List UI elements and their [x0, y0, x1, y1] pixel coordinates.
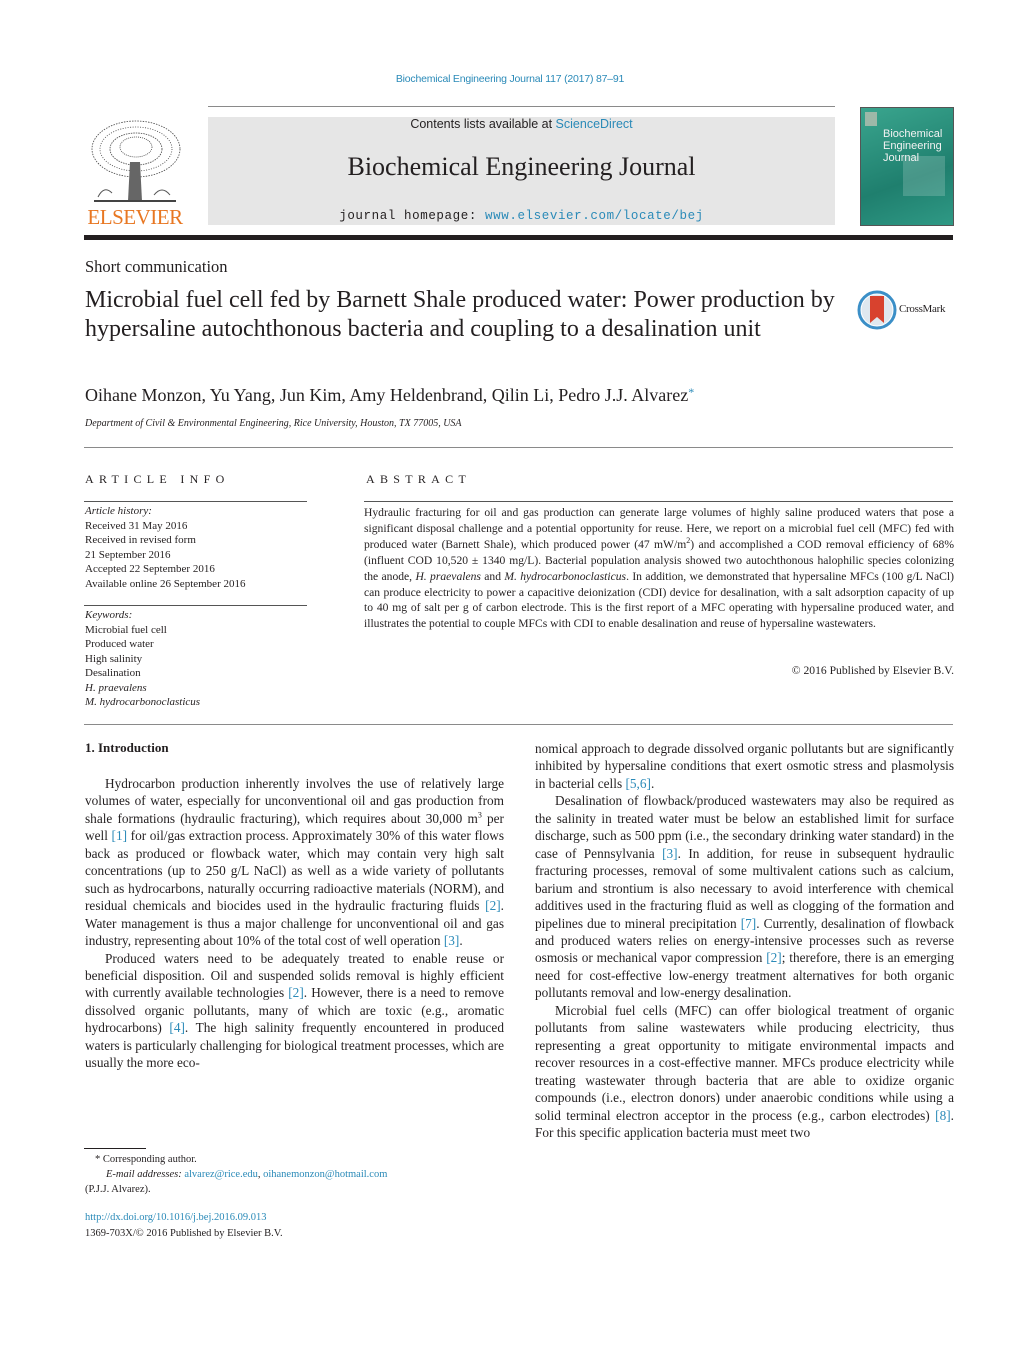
history-item: Available online 26 September 2016: [85, 577, 246, 590]
text: Microbial fuel cells (MFC) can offer bio…: [535, 1002, 954, 1123]
journal-reference-link[interactable]: Biochemical Engineering Journal 117 (201…: [0, 73, 1020, 85]
citation-link[interactable]: [1]: [112, 828, 128, 843]
citation-link[interactable]: [2]: [288, 985, 304, 1000]
text: Hydrocarbon production inherently involv…: [85, 776, 504, 826]
cover-publisher-badge: [865, 112, 877, 126]
sciencedirect-link[interactable]: ScienceDirect: [556, 117, 633, 131]
journal-homepage-line: journal homepage: www.elsevier.com/locat…: [208, 209, 835, 223]
journal-title: Biochemical Engineering Journal: [347, 152, 696, 181]
article-info-heading: ARTICLE INFO: [85, 472, 230, 486]
article-title: Microbial fuel cell fed by Barnett Shale…: [85, 287, 835, 342]
keywords: Keywords: Microbial fuel cell Produced w…: [85, 608, 200, 710]
author-list: Oihane Monzon, Yu Yang, Jun Kim, Amy Hel…: [85, 385, 694, 406]
doi-block: http://dx.doi.org/10.1016/j.bej.2016.09.…: [85, 1210, 283, 1241]
text: .: [459, 933, 463, 949]
cover-title-line: Engineering: [883, 140, 942, 152]
header-thick-rule: [84, 235, 953, 240]
citation-link[interactable]: [7]: [741, 916, 757, 931]
abstract-text-segment: and: [480, 569, 505, 583]
citation-link[interactable]: [8]: [935, 1108, 951, 1123]
email-link[interactable]: alvarez@rice.edu: [184, 1169, 258, 1180]
elsevier-wordmark: ELSEVIER: [87, 205, 183, 229]
text: .: [650, 775, 655, 791]
crossmark-icon: [857, 290, 897, 330]
crossmark-label[interactable]: CrossMark: [899, 303, 946, 315]
divider: [84, 605, 307, 606]
body-column-left: Hydrocarbon production inherently involv…: [85, 775, 504, 1072]
history-item: Received 31 May 2016: [85, 519, 188, 532]
email-label: E-mail addresses:: [106, 1169, 185, 1180]
paragraph: Desalination of flowback/produced wastew…: [535, 792, 954, 1001]
issn-copyright: 1369-703X/© 2016 Published by Elsevier B…: [85, 1227, 283, 1239]
email-owner: (P.J.J. Alvarez).: [85, 1184, 151, 1195]
keyword: High salinity: [85, 652, 143, 665]
keyword: Produced water: [85, 638, 154, 650]
contents-available-line: Contents lists available at ScienceDirec…: [208, 117, 835, 131]
abstract-text: Hydraulic fracturing for oil and gas pro…: [364, 505, 954, 632]
citation-link[interactable]: [2]: [766, 950, 782, 965]
species-name: M. hydrocarbonoclasticus: [504, 569, 627, 583]
article-type: Short communication: [85, 257, 228, 276]
cover-title: Biochemical Engineering Journal: [883, 128, 942, 164]
history-label: Article history:: [85, 505, 152, 517]
keyword: H. praevalens: [85, 681, 147, 694]
text: nomical approach to degrade dissolved or…: [535, 741, 954, 791]
paragraph: nomical approach to degrade dissolved or…: [535, 740, 954, 792]
footnotes: * Corresponding author. E-mail addresses…: [85, 1152, 387, 1197]
history-item: Received in revised form: [85, 534, 196, 546]
species-name: H. praevalens: [415, 569, 481, 583]
tree-icon: [84, 117, 186, 205]
keyword: M. hydrocarbonoclasticus: [85, 696, 201, 708]
email-link[interactable]: oihanemonzon@hotmail.com: [263, 1169, 387, 1180]
corresponding-author-note: * Corresponding author.: [95, 1154, 197, 1165]
body-column-right: nomical approach to degrade dissolved or…: [535, 740, 954, 1141]
doi-link[interactable]: http://dx.doi.org/10.1016/j.bej.2016.09.…: [85, 1212, 267, 1223]
contents-prefix: Contents lists available at: [410, 117, 556, 131]
paragraph: Microbial fuel cells (MFC) can offer bio…: [535, 1002, 954, 1142]
keywords-label: Keywords:: [85, 609, 133, 621]
divider: [84, 501, 307, 502]
divider: [364, 501, 953, 502]
divider: [84, 724, 953, 725]
citation-link[interactable]: [4]: [169, 1020, 185, 1035]
abstract-heading: ABSTRACT: [366, 472, 472, 486]
footnote-rule: [84, 1148, 146, 1149]
homepage-prefix: journal homepage:: [339, 209, 486, 223]
keyword: Desalination: [85, 667, 141, 679]
paragraph: Produced waters need to be adequately tr…: [85, 950, 504, 1072]
article-history: Article history: Received 31 May 2016 Re…: [85, 504, 245, 591]
affiliation: Department of Civil & Environmental Engi…: [85, 418, 462, 429]
history-item: 21 September 2016: [85, 548, 171, 561]
email-line: E-mail addresses: alvarez@rice.edu, oiha…: [85, 1167, 387, 1182]
citation-link[interactable]: [3]: [662, 846, 678, 861]
author-names: Oihane Monzon, Yu Yang, Jun Kim, Amy Hel…: [85, 385, 689, 405]
keyword: Microbial fuel cell: [85, 623, 167, 636]
history-item: Accepted 22 September 2016: [85, 563, 215, 575]
section-heading-introduction: 1. Introduction: [85, 740, 169, 755]
divider: [84, 447, 953, 448]
header-rule: [208, 106, 835, 107]
citation-link[interactable]: [5,6]: [625, 776, 650, 791]
abstract-copyright: © 2016 Published by Elsevier B.V.: [791, 664, 954, 677]
text: for oil/gas extraction process. Approxim…: [85, 828, 505, 914]
cover-title-line: Journal: [883, 152, 920, 164]
paragraph: Hydrocarbon production inherently involv…: [85, 775, 504, 950]
journal-cover-thumbnail[interactable]: Biochemical Engineering Journal: [860, 107, 954, 226]
citation-link[interactable]: [2]: [485, 898, 501, 913]
corresponding-author-marker[interactable]: *: [688, 385, 694, 399]
homepage-link[interactable]: www.elsevier.com/locate/bej: [485, 209, 704, 223]
citation-link[interactable]: [3]: [444, 933, 460, 948]
cover-title-line: Biochemical: [883, 128, 943, 140]
